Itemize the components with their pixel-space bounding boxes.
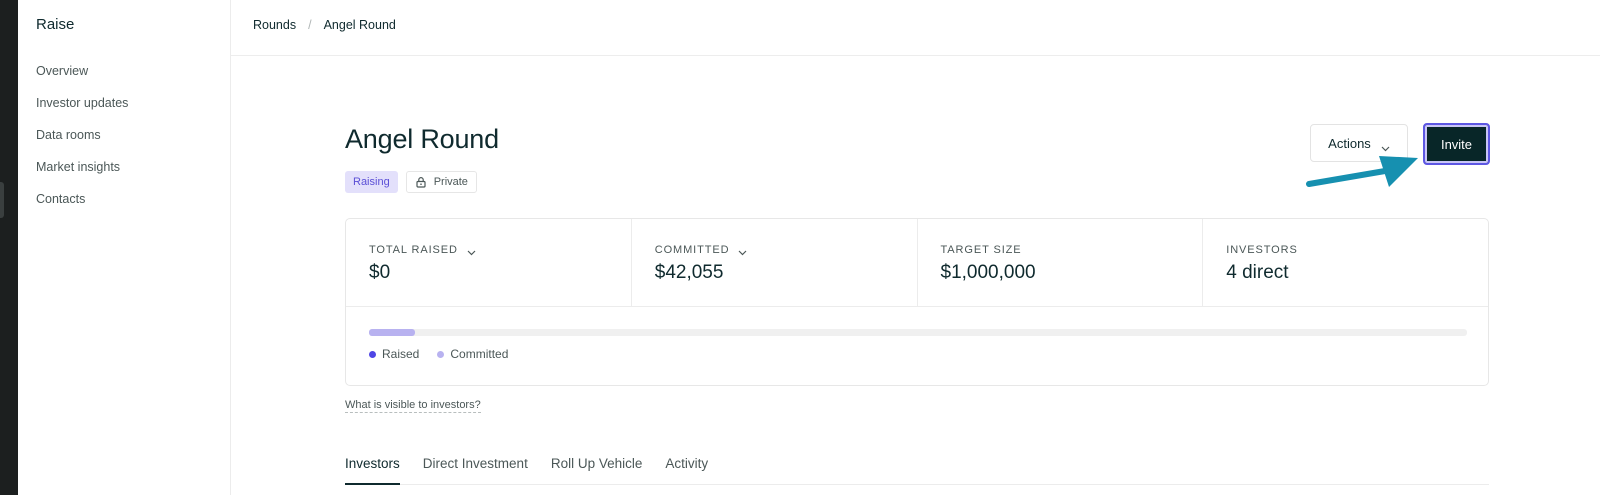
- stat-target-size: TARGET SIZE $1,000,000: [918, 219, 1204, 306]
- stat-target-size-value: $1,000,000: [940, 262, 1036, 283]
- sidebar-item-market-insights[interactable]: Market insights: [36, 159, 128, 191]
- chevron-down-icon: [1381, 140, 1390, 152]
- stat-investors-label: INVESTORS: [1226, 243, 1488, 257]
- progress-bar: [369, 329, 1467, 336]
- status-badge: Raising: [345, 171, 398, 193]
- stat-label-text: COMMITTED: [654, 244, 730, 256]
- visibility-badge: Private: [405, 171, 477, 193]
- sidebar-item-investor-updates[interactable]: Investor updates: [36, 95, 128, 127]
- stat-investors-value: 4 direct: [1226, 262, 1289, 283]
- chevron-down-icon[interactable]: [467, 247, 476, 256]
- sidebar-item-data-rooms[interactable]: Data rooms: [36, 127, 128, 159]
- actions-button-label: Actions: [1328, 135, 1371, 151]
- rail-active-marker: [0, 182, 4, 218]
- stat-investors: INVESTORS 4 direct: [1203, 219, 1488, 306]
- legend-item-committed: Committed: [437, 347, 508, 361]
- legend-label-raised: Raised: [382, 347, 420, 361]
- sidebar-item-contacts[interactable]: Contacts: [36, 191, 128, 223]
- tab-activity[interactable]: Activity: [665, 456, 708, 485]
- tab-roll-up-vehicle[interactable]: Roll Up Vehicle: [551, 456, 643, 485]
- stat-committed: COMMITTED $42,055: [632, 219, 918, 306]
- legend-dot-committed: [437, 350, 445, 358]
- stats-card: TOTAL RAISED $0 COMMITTED $42,055 TARGET…: [345, 218, 1489, 386]
- visibility-badge-label: Private: [433, 176, 468, 188]
- sidebar: Raise Overview Investor updates Data roo…: [18, 0, 231, 495]
- stat-total-raised-value: $0: [369, 262, 391, 283]
- progress-fill-committed: [369, 329, 416, 336]
- topbar: Rounds / Angel Round: [231, 0, 1600, 56]
- round-tabs: Investors Direct Investment Roll Up Vehi…: [345, 456, 1489, 485]
- stat-label-text: TARGET SIZE: [940, 244, 1022, 256]
- progress-legend: Raised Committed: [369, 347, 508, 361]
- stat-label-text: INVESTORS: [1226, 244, 1298, 256]
- invite-button[interactable]: Invite: [1423, 123, 1490, 165]
- legend-item-raised: Raised: [369, 347, 419, 361]
- annotation-arrow-icon: [1306, 156, 1418, 187]
- sidebar-brand: Raise: [36, 16, 75, 33]
- stat-committed-value: $42,055: [654, 262, 724, 283]
- sidebar-nav: Overview Investor updates Data rooms Mar…: [36, 63, 128, 223]
- stat-total-raised: TOTAL RAISED $0: [346, 219, 632, 306]
- legend-dot-raised: [369, 350, 376, 358]
- breadcrumb-rounds[interactable]: Rounds: [253, 18, 296, 32]
- tab-direct-investment[interactable]: Direct Investment: [423, 456, 528, 485]
- breadcrumb-current: Angel Round: [323, 18, 396, 32]
- tab-investors[interactable]: Investors: [345, 456, 400, 485]
- stat-target-size-label: TARGET SIZE: [941, 243, 1203, 257]
- stat-committed-label[interactable]: COMMITTED: [655, 243, 917, 257]
- chevron-down-icon[interactable]: [738, 247, 747, 256]
- stat-label-text: TOTAL RAISED: [369, 244, 458, 256]
- stats-row: TOTAL RAISED $0 COMMITTED $42,055 TARGET…: [346, 219, 1488, 307]
- breadcrumb: Rounds / Angel Round: [253, 18, 396, 32]
- legend-label-committed: Committed: [450, 347, 509, 361]
- visibility-info-link[interactable]: What is visible to investors?: [345, 399, 481, 413]
- round-badges: Raising Private: [345, 171, 477, 193]
- page-title: Angel Round: [345, 124, 499, 154]
- breadcrumb-separator: /: [308, 18, 312, 32]
- lock-icon: [415, 176, 427, 188]
- stat-total-raised-label[interactable]: TOTAL RAISED: [369, 243, 631, 257]
- app-rail: [0, 0, 18, 495]
- sidebar-item-overview[interactable]: Overview: [36, 63, 128, 95]
